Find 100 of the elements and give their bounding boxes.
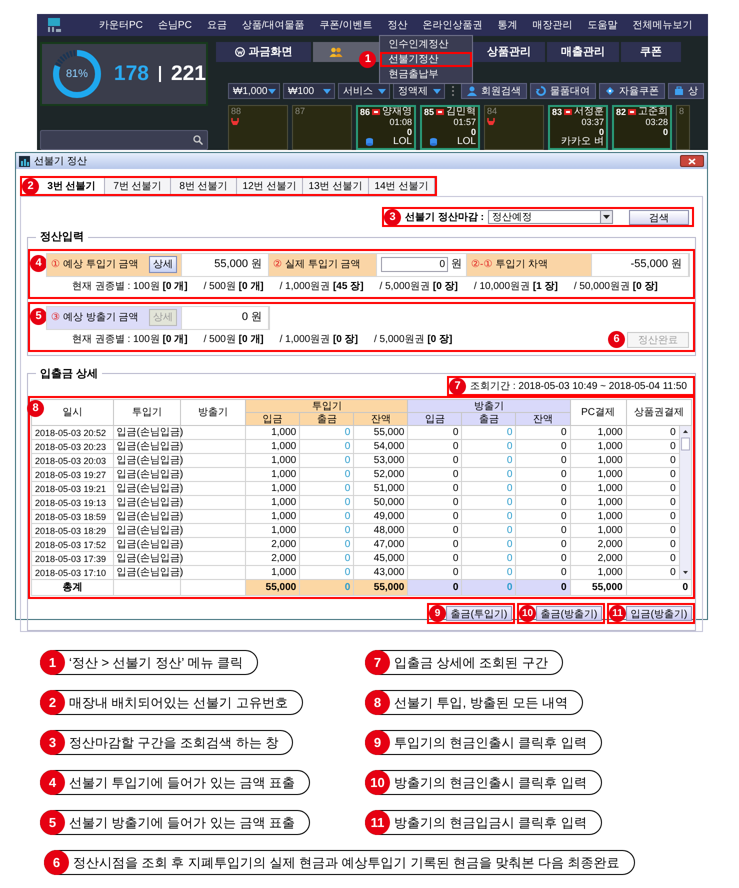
logo-icon [47, 17, 63, 33]
table-cell: 총계 [32, 580, 114, 596]
seat-number: 83 [552, 107, 562, 117]
seat-card[interactable]: 87 [292, 105, 352, 150]
close-button[interactable] [680, 155, 704, 167]
toolbar-button[interactable]: 상 [668, 83, 704, 99]
refresh-icon [536, 86, 546, 96]
menu-item[interactable]: 요금 [206, 20, 227, 30]
gauge-label: 81% [66, 68, 88, 80]
tab[interactable]: 매출관리 [547, 42, 619, 62]
menu-item[interactable]: 쿠폰/이벤트 [320, 20, 372, 30]
step-badge: 9 [429, 605, 446, 622]
tab[interactable]: 과금화면 [216, 42, 311, 62]
caret-icon [323, 88, 331, 94]
seat-number: 85 [424, 107, 434, 117]
amount-input[interactable]: 0 [381, 257, 448, 272]
separator [158, 66, 161, 82]
select-field[interactable]: ₩1,000 [228, 83, 280, 99]
callout-text: 방출기의 현금인출시 클릭후 입력 [394, 774, 587, 792]
select-field[interactable]: ₩100 [283, 83, 335, 99]
menu-item[interactable]: 온라인상품권 [422, 20, 482, 30]
menu-item[interactable]: 통계 [497, 20, 518, 30]
menu-item[interactable]: 인수인계정산 [380, 36, 472, 52]
table-cell: 50,000 [354, 496, 408, 510]
tab[interactable]: 쿠폰 [621, 42, 681, 62]
search-button[interactable]: 검색 [629, 210, 689, 224]
table-cell: 2,000 [570, 538, 626, 552]
table-cell: 51,000 [354, 482, 408, 496]
table-cell: 입금(손님입금) [113, 510, 180, 524]
menu-item[interactable]: 도움말 [587, 20, 618, 30]
group-label: 입출금 상세 [39, 366, 100, 382]
member-icon [628, 109, 636, 115]
seat-amount: 0 [406, 127, 412, 137]
detail-button[interactable]: 상세 [149, 256, 177, 273]
table-cell: 0 [626, 538, 680, 552]
menu-item[interactable]: 전체메뉴보기 [632, 20, 692, 30]
field-label: 예상 방출기 금액 [63, 311, 139, 325]
callout-text: 정산마감할 구간을 조회검색 하는 창 [69, 734, 278, 752]
callout-text: 방출기의 현금입금시 클릭후 입력 [394, 814, 587, 832]
query-period: 조회기간 : 2018-05-03 10:49 ~ 2018-05-04 11:50 [470, 380, 687, 394]
tab[interactable]: 12번 선불기 [237, 178, 303, 194]
denomination-count: / 5,000원권 [0 장] [374, 333, 452, 347]
seat-card[interactable]: 8 [676, 105, 690, 150]
callout-text: ‘정산 > 선불기 정산’ 메뉴 클릭 [69, 654, 243, 672]
step-badge: 7 [365, 650, 390, 675]
seat-card[interactable]: 88 [228, 105, 288, 150]
table-cell: 0 [408, 482, 462, 496]
table-cell: 0 [300, 468, 354, 482]
table-cell: 0 [516, 482, 570, 496]
basket-icon [674, 86, 684, 96]
step-badge: 8 [365, 690, 390, 715]
toolbar-button[interactable]: 자율쿠폰 [599, 83, 665, 99]
menu-item[interactable]: 선불기정산 [380, 52, 472, 66]
tab[interactable]: 13번 선불기 [303, 178, 369, 194]
menu-item[interactable]: 매장관리 [532, 20, 572, 30]
table-cell: 0 [462, 468, 516, 482]
select-field[interactable]: 정액제 [393, 83, 445, 99]
callout-text: 선불기 방출기에 들어가 있는 금액 표출 [69, 814, 296, 832]
action-button[interactable]: 출금(방출기) [536, 606, 602, 621]
menu-item[interactable]: 상품/대여물품 [242, 20, 305, 30]
table-cell: 0 [462, 454, 516, 468]
table-cell: 1,000 [570, 440, 626, 454]
menu-item[interactable]: 손님PC [158, 20, 192, 30]
table-cell: 0 [626, 510, 680, 524]
toolbar-button[interactable]: 회원검색 [461, 83, 527, 99]
tab[interactable]: 14번 선불기 [369, 178, 435, 194]
seat-amount: 0 [470, 127, 476, 137]
gauge-ring [50, 47, 104, 101]
table-cell: 0 [300, 482, 354, 496]
menu-item[interactable]: 현금출납부 [380, 66, 472, 82]
select-field[interactable]: 정산예정 [488, 210, 613, 224]
circled-number: ②-① [471, 258, 492, 272]
menu-item[interactable]: 카운터PC [99, 20, 143, 30]
people-icon [329, 47, 343, 57]
denomination-count: / 5,000원권 [0 장] [380, 280, 458, 294]
table-cell: 47,000 [354, 538, 408, 552]
table-cell: 0 [300, 524, 354, 538]
table-cell: 49,000 [354, 510, 408, 524]
tab[interactable]: 8번 선불기 [171, 178, 237, 194]
member-icon [436, 109, 444, 115]
caret-icon [433, 88, 441, 94]
step-badge: 6 [44, 850, 69, 875]
denomination-count: / 500원 [0 개] [204, 280, 264, 294]
search-icon [193, 135, 203, 145]
table-cell: 0 [408, 496, 462, 510]
denomination-count: / 10,000원권 [1 장] [474, 280, 558, 294]
toolbar-button[interactable]: 물품대여 [530, 83, 596, 99]
action-button[interactable]: 출금(투입기) [446, 606, 512, 621]
seat-game: 카카오 벼 [561, 137, 604, 147]
select-field[interactable]: 서비스 [338, 83, 390, 99]
circled-number: ③ [51, 311, 60, 325]
tab[interactable]: 상품관리 [473, 42, 545, 62]
search-field[interactable] [40, 130, 208, 150]
action-button[interactable]: 입금(방출기) [626, 606, 692, 621]
table-cell: 입금(손님입금) [113, 482, 180, 496]
menu-item[interactable]: 정산 [387, 20, 408, 30]
step-badge: 7 [449, 378, 466, 394]
seat-card[interactable]: 84 [484, 105, 544, 150]
seat-number: 82 [616, 107, 626, 117]
tab[interactable]: 7번 선불기 [105, 178, 171, 194]
